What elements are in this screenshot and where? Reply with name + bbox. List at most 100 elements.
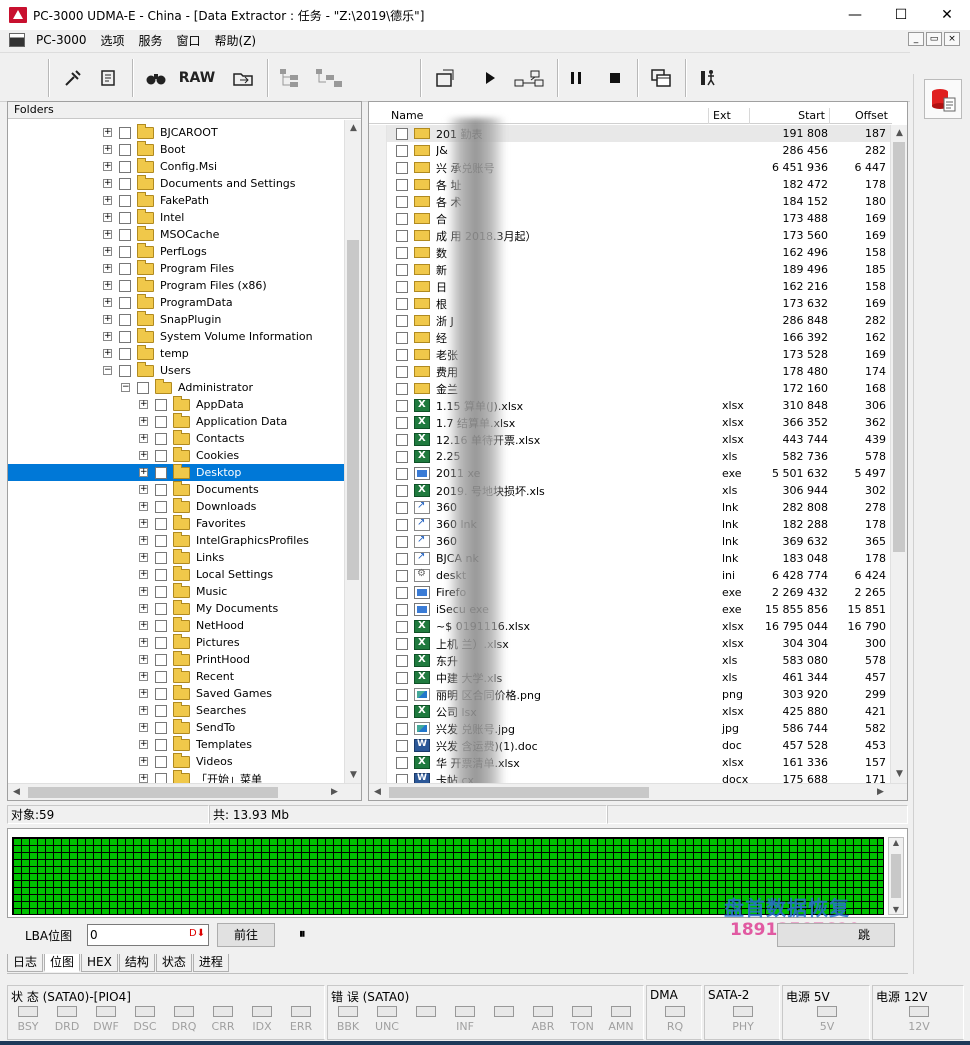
tree-item[interactable]: + Intel [8, 208, 345, 226]
expand-icon[interactable]: + [103, 128, 112, 137]
collapse-icon[interactable]: − [121, 383, 130, 392]
tab-status[interactable]: 状态 [155, 954, 192, 972]
tree-item[interactable]: + Documents and Settings [8, 174, 345, 192]
tree-item-checkbox[interactable] [155, 568, 167, 581]
folders-scroll-thumb[interactable] [347, 240, 359, 580]
expand-icon[interactable]: + [139, 774, 148, 783]
file-checkbox[interactable] [396, 416, 408, 429]
tree-item-checkbox[interactable] [119, 347, 131, 360]
expand-icon[interactable]: + [139, 451, 148, 460]
file-row[interactable]: 新 189 496 185 [369, 261, 892, 278]
file-row[interactable]: 2.25xls582 736578 [369, 448, 892, 465]
script-icon[interactable] [95, 63, 121, 93]
file-row[interactable]: 合 173 488 169 [369, 210, 892, 227]
tree-item[interactable]: + AppData [8, 395, 345, 413]
file-row[interactable]: 公司 lsxxlsx425 880421 [369, 703, 892, 720]
file-checkbox[interactable] [396, 450, 408, 463]
expand-icon[interactable]: + [103, 145, 112, 154]
file-checkbox[interactable] [396, 144, 408, 157]
expand-icon[interactable]: + [139, 689, 148, 698]
expand-icon[interactable]: + [139, 706, 148, 715]
file-row[interactable]: 费用 178 480 174 [369, 363, 892, 380]
expand-icon[interactable]: + [139, 672, 148, 681]
tree-item-checkbox[interactable] [119, 177, 131, 190]
tree-item-checkbox[interactable] [155, 755, 167, 768]
tree-expand-icon[interactable] [276, 63, 304, 93]
tree-item[interactable]: + Config.Msi [8, 157, 345, 175]
file-checkbox[interactable] [396, 518, 408, 531]
tree-item[interactable]: + FakePath [8, 191, 345, 209]
binoculars-icon[interactable] [143, 63, 169, 93]
tree-item[interactable]: + Saved Games [8, 684, 345, 702]
tree-item[interactable]: + Favorites [8, 514, 345, 532]
tree-item[interactable]: + Documents [8, 480, 345, 498]
tree-item-checkbox[interactable] [155, 653, 167, 666]
tools-icon[interactable] [60, 63, 86, 93]
tree-item-checkbox[interactable] [119, 313, 131, 326]
expand-icon[interactable]: + [139, 587, 148, 596]
tree-item-checkbox[interactable] [155, 534, 167, 547]
file-row[interactable]: 日 162 216 158 [369, 278, 892, 295]
file-row[interactable]: 华 开票清单.xlsxxlsx161 336157 [369, 754, 892, 771]
tree-item-checkbox[interactable] [155, 721, 167, 734]
file-row[interactable]: 兴 承兑账号 6 451 936 6 447 [369, 159, 892, 176]
file-checkbox[interactable] [396, 773, 408, 783]
column-ext[interactable]: Ext [709, 108, 750, 124]
file-row[interactable]: 老张 173 528 169 [369, 346, 892, 363]
tree-item-checkbox[interactable] [155, 636, 167, 649]
file-checkbox[interactable] [396, 705, 408, 718]
expand-icon[interactable]: + [103, 264, 112, 273]
column-offset[interactable]: Offset [830, 108, 892, 124]
file-checkbox[interactable] [396, 637, 408, 650]
mdi-close-button[interactable]: × [944, 32, 960, 46]
tree-item-checkbox[interactable] [155, 500, 167, 513]
file-row[interactable]: 1.15 算单(J).xlsxxlsx310 848306 [369, 397, 892, 414]
tree-item[interactable]: + Recent [8, 667, 345, 685]
file-checkbox[interactable] [396, 212, 408, 225]
scroll-right-arrow-icon[interactable]: ▶ [872, 784, 889, 800]
expand-icon[interactable]: + [139, 740, 148, 749]
tree-item-checkbox[interactable] [119, 143, 131, 156]
scroll-down-arrow-icon[interactable]: ▼ [891, 766, 907, 783]
file-row[interactable]: BJCA nklnk183 048178 [369, 550, 892, 567]
expand-icon[interactable]: + [103, 179, 112, 188]
tree-item[interactable]: + IntelGraphicsProfiles [8, 531, 345, 549]
files-vertical-scrollbar[interactable]: ▲ ▼ [890, 125, 907, 783]
tree-item[interactable]: + SnapPlugin [8, 310, 345, 328]
database-icon[interactable] [924, 79, 962, 119]
expand-icon[interactable]: + [139, 519, 148, 528]
tree-item-checkbox[interactable] [155, 670, 167, 683]
file-checkbox[interactable] [396, 263, 408, 276]
expand-icon[interactable]: + [103, 332, 112, 341]
tree-item-checkbox[interactable] [119, 262, 131, 275]
tree-item-checkbox[interactable] [155, 551, 167, 564]
tree-collapse-icon[interactable] [312, 63, 346, 93]
tree-item[interactable]: + SendTo [8, 718, 345, 736]
file-row[interactable]: 各 址 182 472 178 [369, 176, 892, 193]
expand-icon[interactable]: + [139, 604, 148, 613]
tab-log[interactable]: 日志 [7, 954, 44, 972]
file-checkbox[interactable] [396, 552, 408, 565]
file-checkbox[interactable] [396, 586, 408, 599]
file-checkbox[interactable] [396, 688, 408, 701]
close-button[interactable]: ✕ [924, 0, 970, 30]
expand-icon[interactable]: + [139, 485, 148, 494]
tab-process[interactable]: 进程 [192, 954, 229, 972]
file-row[interactable]: 东升xls583 080578 [369, 652, 892, 669]
file-checkbox[interactable] [396, 671, 408, 684]
tree-item[interactable]: + Downloads [8, 497, 345, 515]
tree-item-checkbox[interactable] [155, 602, 167, 615]
tree-item[interactable]: − Users [8, 361, 345, 379]
tree-item[interactable]: + Local Settings [8, 565, 345, 583]
file-row[interactable]: 360lnk282 808278 [369, 499, 892, 516]
file-row[interactable]: 金兰 172 160 168 [369, 380, 892, 397]
tree-item-checkbox[interactable] [137, 381, 149, 394]
expand-icon[interactable]: + [103, 247, 112, 256]
file-checkbox[interactable] [396, 382, 408, 395]
file-checkbox[interactable] [396, 654, 408, 667]
files-hscroll-thumb[interactable] [389, 787, 649, 798]
file-checkbox[interactable] [396, 314, 408, 327]
file-row[interactable]: 201 勤表 191 808 187 [369, 125, 892, 142]
tree-item-checkbox[interactable] [155, 483, 167, 496]
file-checkbox[interactable] [396, 722, 408, 735]
